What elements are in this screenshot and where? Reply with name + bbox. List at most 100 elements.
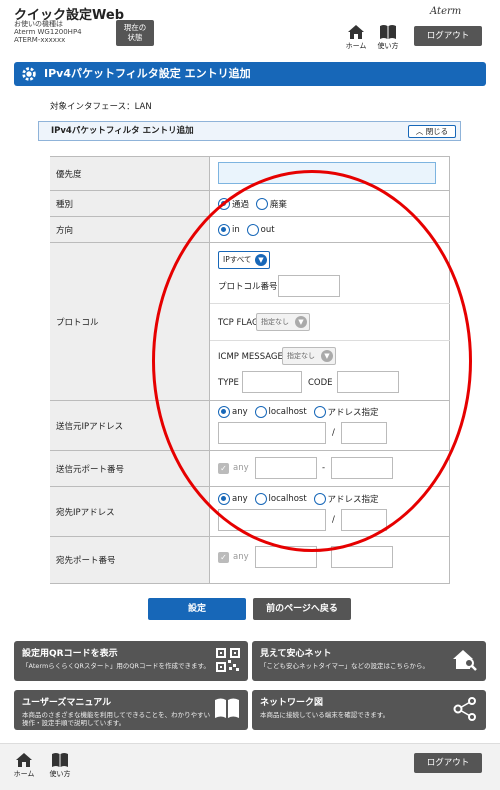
dst-ip-any-radio[interactable] <box>218 493 230 505</box>
footer-howto-nav[interactable]: 使い方 <box>48 752 72 779</box>
home-nav[interactable]: ホーム <box>344 24 368 51</box>
src-port-dash: - <box>322 463 326 473</box>
mieteanshin-card-title: 見えて安心ネット <box>260 649 332 659</box>
qr-code-icon <box>216 648 240 672</box>
src-ip-radio-group: any localhost アドレス指定 <box>218 406 383 418</box>
dst-ip-slash: / <box>332 515 335 525</box>
type-label: 種別 <box>50 191 210 217</box>
howto-nav[interactable]: 使い方 <box>376 24 400 51</box>
src-port-to-input[interactable] <box>331 457 393 479</box>
mieteanshin-card-desc: 「こども安心ネットタイマー」などの設定はこちらから。 <box>260 662 429 670</box>
dst-ip-specify-radio[interactable] <box>313 493 326 505</box>
src-port-label: 送信元ポート番号 <box>50 451 210 487</box>
device-caption: お使いの機種は <box>14 20 63 28</box>
protocol-number-input[interactable] <box>278 275 340 297</box>
type-pass-label: 通過 <box>232 200 250 210</box>
network-icon <box>453 697 476 721</box>
dst-port-any-checkbox[interactable]: ✓ <box>218 552 229 563</box>
manual-card-desc: 本商品のさまざまな機能を利用してできることを、わかりやすい操作・設定手順で説明し… <box>22 711 211 727</box>
header: クイック設定Web お使いの機種は Aterm WG1200HP4 ATERM-… <box>0 0 500 54</box>
interface-label: 対象インタフェース：LAN <box>50 102 152 112</box>
qr-card-title: 設定用QRコードを表示 <box>22 649 118 659</box>
direction-in-label: in <box>232 225 240 235</box>
tcp-flag-label: TCP FLAG <box>218 318 259 328</box>
src-ip-any-label: any <box>232 407 248 417</box>
protocol-select-value: IPすべて <box>223 255 252 264</box>
collapse-button[interactable]: ︿ 閉じる <box>408 125 456 138</box>
dst-ip-localhost-radio[interactable] <box>254 493 267 505</box>
src-port-any-checkbox[interactable]: ✓ <box>218 463 229 474</box>
tcp-flag-select[interactable]: 指定なし ▼ <box>256 313 310 331</box>
src-ip-specify-label: アドレス指定 <box>327 408 379 418</box>
page-title: IPv4パケットフィルタ設定 エントリ追加 <box>14 62 486 86</box>
dst-port-any-label: any <box>233 552 249 562</box>
manual-card[interactable]: ユーザーズマニュアル 本商品のさまざまな機能を利用してできることを、わかりやすい… <box>14 690 248 730</box>
dst-port-to-input[interactable] <box>331 546 393 568</box>
chevron-down-icon: ▼ <box>295 316 307 328</box>
submit-button[interactable]: 設定 <box>148 598 246 620</box>
dst-port-label: 宛先ポート番号 <box>50 537 210 583</box>
footer-logout-button[interactable]: ログアウト <box>414 753 482 773</box>
footer-home-label: ホーム <box>13 770 35 778</box>
home-nav-label: ホーム <box>345 42 367 50</box>
dst-port-from-input[interactable] <box>255 546 317 568</box>
direction-label: 方向 <box>50 217 210 243</box>
direction-radio-group: in out <box>218 224 279 236</box>
dst-ip-address-input[interactable] <box>218 509 326 531</box>
howto-nav-label: 使い方 <box>377 42 399 50</box>
src-port-from-input[interactable] <box>255 457 317 479</box>
direction-in-radio[interactable] <box>218 224 230 236</box>
section-header: IPv4パケットフィルタ エントリ追加 <box>38 121 461 141</box>
chevron-up-icon: ︿ <box>415 127 424 136</box>
footer-home-nav[interactable]: ホーム <box>12 752 36 779</box>
network-card-desc: 本商品に接続している端末を確認できます。 <box>260 711 390 719</box>
icmp-message-select[interactable]: 指定なし ▼ <box>282 347 336 365</box>
chevron-down-icon: ▼ <box>255 254 267 266</box>
book-icon <box>215 698 239 718</box>
protocol-number-label: プロトコル番号 <box>218 282 278 292</box>
home-icon <box>348 25 364 39</box>
book-icon <box>380 25 396 39</box>
dst-ip-any-label: any <box>232 494 248 504</box>
priority-label: 優先度 <box>50 157 210 191</box>
network-map-card[interactable]: ネットワーク図 本商品に接続している端末を確認できます。 <box>252 690 486 730</box>
network-card-title: ネットワーク図 <box>260 698 324 708</box>
src-ip-address-input[interactable] <box>218 422 326 444</box>
footer: ホーム 使い方 ログアウト <box>0 743 500 790</box>
icmp-code-label: CODE <box>308 378 333 388</box>
src-ip-label: 送信元IPアドレス <box>50 401 210 451</box>
mieteanshin-card[interactable]: 見えて安心ネット 「こども安心ネットタイマー」などの設定はこちらから。 <box>252 641 486 681</box>
src-ip-localhost-radio[interactable] <box>254 406 267 418</box>
qr-code-card[interactable]: 設定用QRコードを表示 「AtermらくらくQRスタート」用のQRコードを作成で… <box>14 641 248 681</box>
src-ip-any-radio[interactable] <box>218 406 230 418</box>
logout-button[interactable]: ログアウト <box>414 26 482 46</box>
home-search-icon <box>453 650 477 671</box>
icmp-message-value: 指定なし <box>287 352 315 360</box>
book-icon <box>52 753 68 767</box>
src-ip-slash: / <box>332 428 335 438</box>
icmp-type-input[interactable] <box>242 371 302 393</box>
type-drop-label: 廃棄 <box>269 200 287 210</box>
src-ip-localhost-label: localhost <box>268 407 307 417</box>
manual-card-title: ユーザーズマニュアル <box>22 698 112 708</box>
protocol-select[interactable]: IPすべて ▼ <box>218 251 270 269</box>
type-pass-radio[interactable] <box>218 198 230 210</box>
direction-out-radio[interactable] <box>246 224 259 236</box>
src-ip-mask-input[interactable] <box>341 422 387 444</box>
current-status-button[interactable]: 現在の 状態 <box>116 20 154 46</box>
home-icon <box>16 753 32 767</box>
dst-ip-specify-label: アドレス指定 <box>327 495 379 505</box>
aterm-logo: Aterm <box>430 6 462 17</box>
dst-ip-mask-input[interactable] <box>341 509 387 531</box>
dst-ip-localhost-label: localhost <box>268 494 307 504</box>
src-ip-specify-radio[interactable] <box>313 406 326 418</box>
priority-input[interactable] <box>218 162 436 184</box>
dst-ip-radio-group: any localhost アドレス指定 <box>218 493 383 505</box>
type-drop-radio[interactable] <box>255 198 268 210</box>
protocol-divider <box>210 303 450 304</box>
back-button[interactable]: 前のページへ戻る <box>253 598 351 620</box>
gear-icon <box>22 67 36 81</box>
icmp-code-input[interactable] <box>337 371 399 393</box>
icmp-message-label: ICMP MESSAGE <box>218 352 283 362</box>
chevron-down-icon: ▼ <box>321 350 333 362</box>
